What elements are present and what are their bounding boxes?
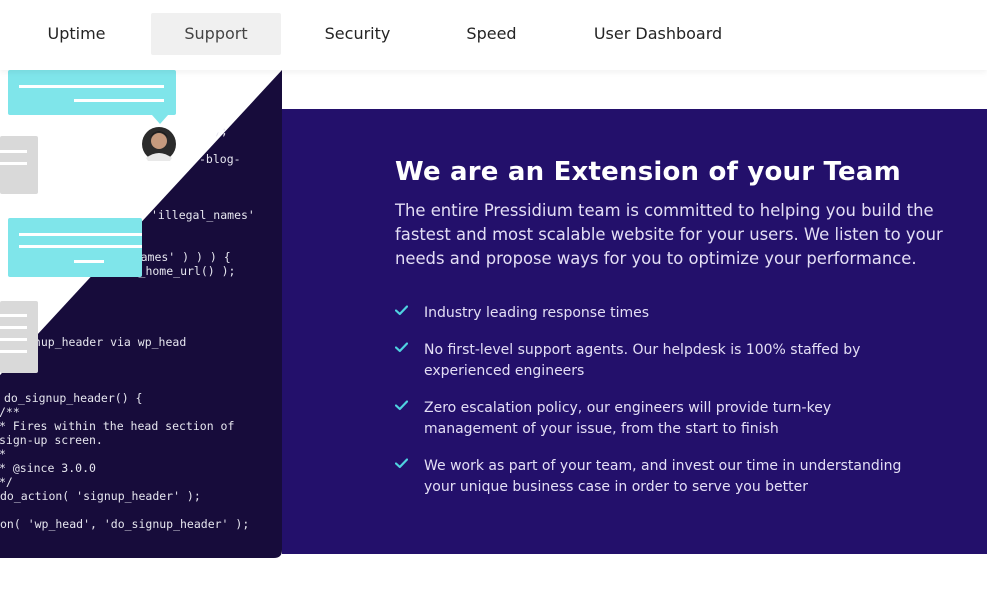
code-line: * Fires within the head section of [0, 419, 234, 433]
tab-uptime[interactable]: Uptime [30, 13, 123, 55]
feature-text: No first-level support agents. Our helpd… [424, 342, 861, 379]
code-line: do_signup_header() { [4, 391, 142, 405]
list-item: Industry leading response times [395, 303, 649, 324]
check-icon [395, 400, 408, 411]
list-item: Zero escalation policy, our engineers wi… [395, 398, 915, 440]
chat-bubble-icon [8, 218, 142, 277]
list-item: We work as part of your team, and invest… [395, 456, 915, 498]
illustration-graphic: ); -blog- 'illegal_names' gal_names' ) )… [0, 70, 282, 558]
feature-text: We work as part of your team, and invest… [424, 458, 902, 495]
code-line: -blog- [199, 152, 241, 166]
section-intro: The entire Pressidium team is committed … [395, 201, 943, 268]
code-line: /** [0, 405, 20, 419]
support-illustration: ); -blog- 'illegal_names' gal_names' ) )… [0, 70, 282, 558]
message-card-icon [0, 301, 38, 373]
tab-security[interactable]: Security [310, 13, 405, 55]
code-line: * @since 3.0.0 [0, 461, 96, 475]
section-heading: We are an Extension of your Team [395, 157, 901, 187]
list-item: No first-level support agents. Our helpd… [395, 340, 915, 382]
tab-speed[interactable]: Speed [450, 13, 533, 55]
code-line: */ [0, 475, 13, 489]
check-icon [395, 305, 408, 316]
code-line: gnup_header via wp_head [27, 335, 186, 349]
avatar [142, 127, 176, 161]
tab-user-dashboard[interactable]: User Dashboard [582, 13, 734, 55]
feature-text: Industry leading response times [424, 305, 650, 321]
extension-section: We are an Extension of your Team The ent… [282, 109, 987, 554]
code-line: 'illegal_names' [151, 208, 255, 222]
code-line: sign-up screen. [0, 433, 103, 447]
code-line: on( 'wp_head', 'do_signup_header' ); [0, 517, 249, 531]
feature-text: Zero escalation policy, our engineers wi… [424, 400, 832, 437]
message-card-icon [0, 136, 38, 194]
code-line: * [0, 447, 6, 461]
feature-tabs: Uptime Support Security Speed User Dashb… [0, 0, 987, 70]
tab-support[interactable]: Support [151, 13, 281, 55]
check-icon [395, 342, 408, 353]
code-line: do_action( 'signup_header' ); [0, 489, 201, 503]
check-icon [395, 458, 408, 469]
